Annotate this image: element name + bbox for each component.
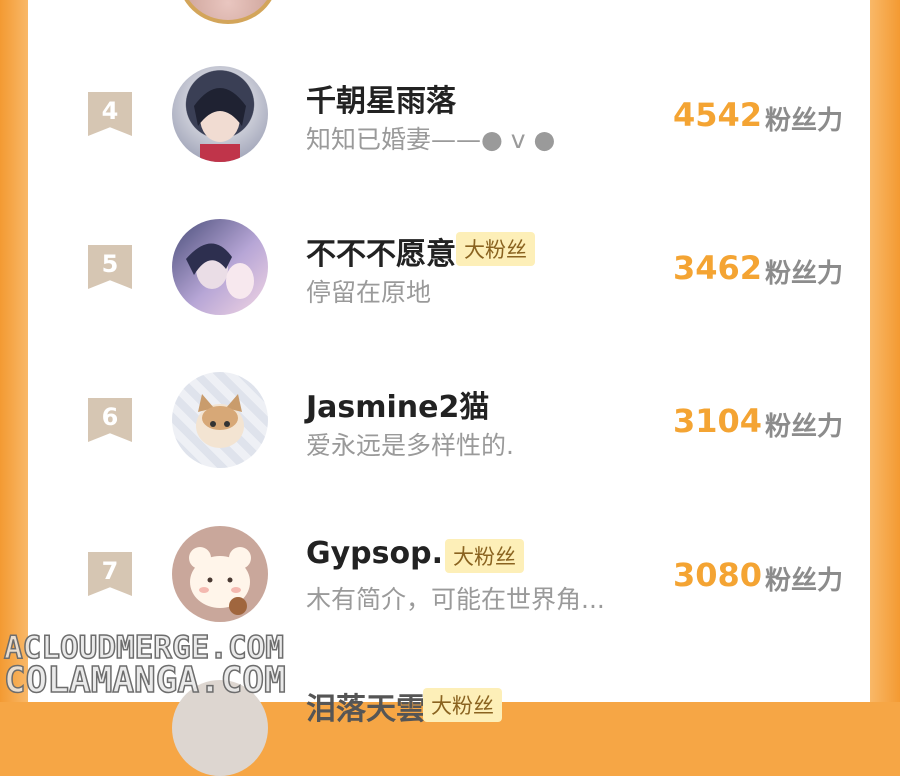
rank-number: 5 [101, 250, 119, 278]
user-name[interactable]: 不不不愿意 [306, 229, 456, 273]
big-fan-badge: 大粉丝 [456, 232, 535, 266]
user-name[interactable]: Gypsop... [306, 536, 466, 571]
rank-badge: 5 [88, 245, 132, 289]
rank-badge: 4 [88, 92, 132, 136]
fan-score-unit: 粉丝力 [765, 566, 844, 596]
bear-avatar-illustration [189, 547, 251, 615]
fan-score-unit: 粉丝力 [765, 412, 844, 442]
rank-badge: 6 [88, 398, 132, 442]
ranking-row[interactable]: 7 Gypsop... 大粉丝 木有简介，可能在世界角... 3080 粉丝力 [28, 512, 870, 632]
user-name[interactable]: Jasmine2猫 [306, 382, 489, 426]
ranking-row[interactable]: 5 不不不愿意 大粉丝 停留在原地 3462 粉丝力 [28, 205, 870, 325]
partial-big-fan-badge: 大粉丝 [423, 688, 502, 722]
avatar-illustration [186, 243, 254, 299]
user-name[interactable]: 千朝星雨落 [306, 76, 456, 120]
previous-user-avatar[interactable] [178, 0, 278, 24]
partial-user-name[interactable]: 泪落天雲 [306, 684, 426, 727]
rank-badge: 7 [88, 552, 132, 596]
fan-ranking-panel: 4 千朝星雨落 知知已婚妻——● v ● 4542 粉丝力 5 不不不愿意 大粉… [28, 0, 870, 776]
user-avatar[interactable] [172, 66, 268, 162]
user-avatar[interactable] [172, 219, 268, 315]
big-fan-badge: 大粉丝 [445, 539, 524, 573]
rank-number: 7 [101, 557, 119, 585]
ranking-row[interactable]: 6 Jasmine2猫 爱永远是多样性的. 3104 粉丝力 [28, 358, 870, 478]
user-bio: 知知已婚妻——● v ● [306, 125, 556, 154]
user-bio: 爱永远是多样性的. [306, 431, 514, 460]
user-bio: 木有简介，可能在世界角... [306, 585, 605, 614]
user-bio: 停留在原地 [306, 278, 432, 307]
watermark-line-2: COLAMANGA.COM [3, 659, 286, 702]
user-avatar[interactable] [172, 372, 268, 468]
cat-avatar-illustration [196, 394, 244, 448]
avatar-illustration [194, 88, 246, 162]
rank-number: 6 [101, 403, 119, 431]
user-avatar[interactable] [172, 526, 268, 622]
left-frame [0, 0, 28, 702]
fan-score-unit: 粉丝力 [765, 259, 844, 289]
ranking-row[interactable]: 4 千朝星雨落 知知已婚妻——● v ● 4542 粉丝力 [28, 52, 870, 172]
rank-number: 4 [101, 97, 119, 125]
fan-score-unit: 粉丝力 [765, 106, 844, 136]
